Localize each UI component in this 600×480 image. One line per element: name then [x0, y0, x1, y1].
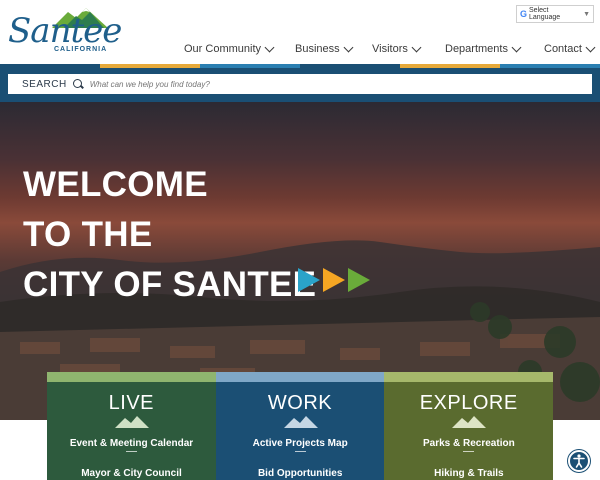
card-work[interactable]: WORK Active Projects Map Bid Opportuniti…: [215, 372, 385, 480]
nav-item-business[interactable]: Business: [295, 42, 354, 55]
nav-item-label: Visitors: [372, 43, 408, 55]
nav-item-label: Departments: [445, 43, 508, 55]
hero-headline: WELCOME TO THE CITY OF SANTEE: [23, 160, 316, 310]
card-live[interactable]: LIVE Event & Meeting Calendar Mayor & Ci…: [47, 372, 216, 480]
language-select-label: Select Language: [529, 7, 561, 21]
mountain-icon: [452, 416, 487, 428]
mountain-icon: [283, 416, 318, 428]
chevron-down-icon: [264, 42, 275, 52]
search-band: SEARCH: [0, 68, 600, 102]
chevron-down-icon: [511, 42, 522, 52]
card-divider: [294, 451, 306, 452]
nav-item-label: Business: [295, 43, 340, 55]
hero-line-3: CITY OF SANTEE: [23, 265, 317, 304]
card-title: LIVE: [108, 392, 155, 414]
card-link[interactable]: Hiking & Trails: [384, 468, 553, 479]
nav-item-our-community[interactable]: Our Community: [184, 42, 275, 55]
search-icon[interactable]: [72, 78, 84, 90]
card-title: WORK: [267, 392, 333, 414]
card-link[interactable]: Parks & Recreation: [384, 438, 553, 449]
accessibility-icon: [573, 454, 585, 468]
hero-arrows: [298, 268, 370, 292]
arrow-gold-icon: [323, 268, 345, 292]
card-link[interactable]: Mayor & City Council: [47, 468, 216, 479]
card-link[interactable]: Bid Opportunities: [216, 468, 385, 479]
language-select[interactable]: G Select Language ▼: [516, 5, 594, 23]
google-g-icon: G: [520, 9, 528, 19]
card-accent-bar: [215, 372, 385, 382]
chevron-down-icon: [343, 42, 354, 52]
chevron-down-icon: [411, 42, 422, 52]
nav-item-visitors[interactable]: Visitors: [372, 42, 422, 55]
chevron-down-icon: [585, 42, 596, 52]
nav-item-contact[interactable]: Contact: [544, 42, 596, 55]
nav-item-label: Contact: [544, 43, 582, 55]
feature-cards: LIVE Event & Meeting Calendar Mayor & Ci…: [47, 372, 554, 480]
main-nav: Our Community Business Visitors Departme…: [0, 42, 600, 59]
accessibility-button[interactable]: [568, 450, 590, 472]
arrow-blue-icon: [298, 268, 320, 292]
nav-item-label: Our Community: [184, 43, 262, 55]
card-link[interactable]: Event & Meeting Calendar: [47, 438, 216, 449]
card-divider: [463, 451, 475, 452]
card-link[interactable]: Active Projects Map: [216, 438, 385, 449]
search-label: SEARCH: [22, 78, 67, 90]
nav-item-departments[interactable]: Departments: [445, 42, 522, 55]
site-header: Santee CALIFORNIA G Select Language ▼ Ou…: [0, 0, 600, 68]
hero-line-1: WELCOME: [23, 165, 208, 204]
mountain-icon: [115, 416, 149, 428]
card-divider: [126, 451, 137, 452]
card-explore[interactable]: EXPLORE Parks & Recreation Hiking & Trai…: [384, 372, 554, 480]
caret-down-icon: ▼: [583, 10, 590, 18]
search-box[interactable]: SEARCH: [8, 74, 592, 94]
hero-line-2: TO THE: [23, 215, 153, 254]
card-accent-bar: [384, 372, 554, 382]
search-input[interactable]: [89, 79, 560, 89]
arrow-green-icon: [348, 268, 370, 292]
card-accent-bar: [47, 372, 216, 382]
card-title: EXPLORE: [419, 392, 518, 414]
